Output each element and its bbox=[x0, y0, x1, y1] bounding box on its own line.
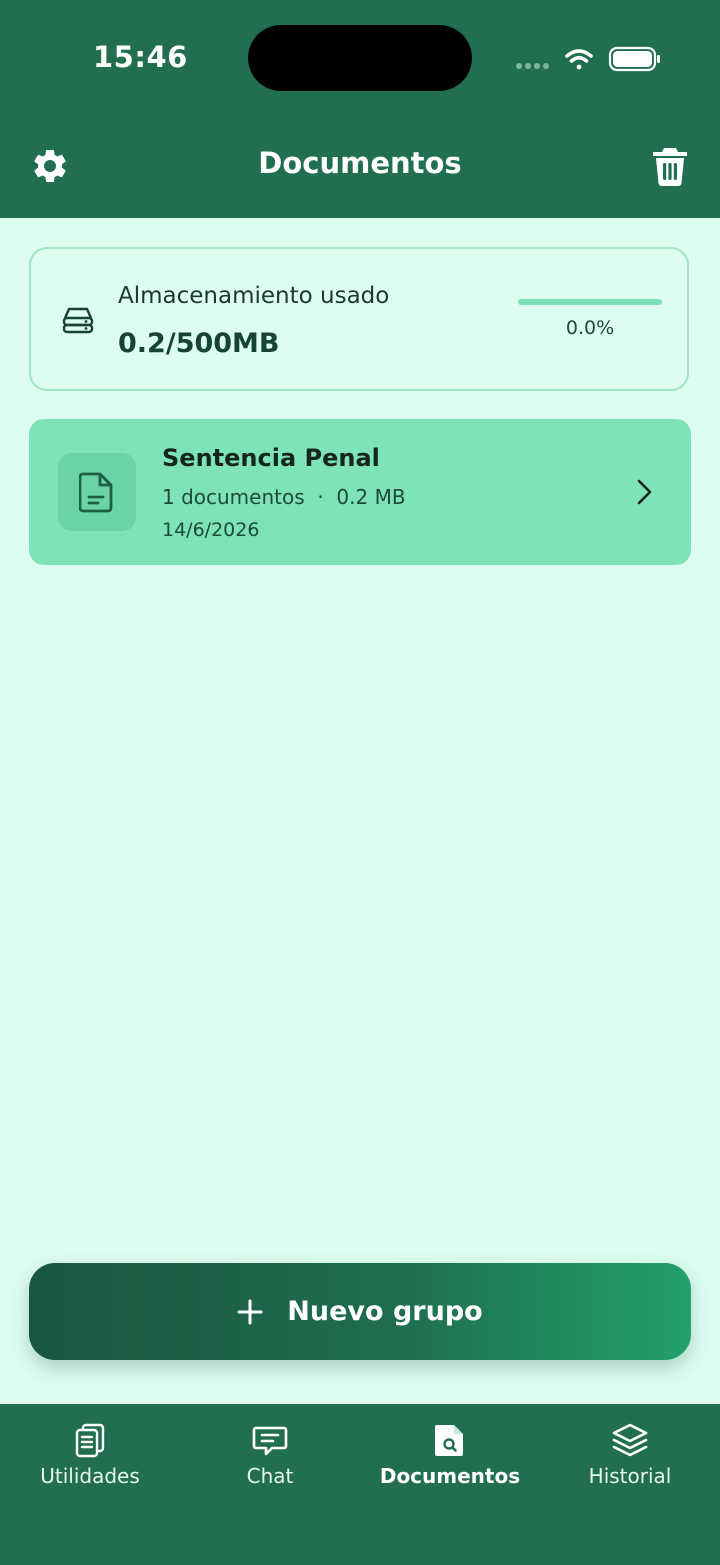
status-time: 15:46 bbox=[93, 40, 188, 74]
wifi-icon bbox=[565, 49, 593, 70]
document-icon bbox=[79, 472, 113, 513]
bottom-tab-bar: Utilidades Chat Documentos Historial bbox=[0, 1404, 720, 1565]
top-header: 15:46 Documentos bbox=[0, 0, 720, 218]
database-icon bbox=[62, 307, 94, 334]
storage-card: Almacenamiento usado 0.2/500MB 0.0% bbox=[29, 247, 689, 391]
new-group-label: Nuevo grupo bbox=[287, 1296, 483, 1327]
dynamic-island bbox=[248, 25, 472, 91]
document-group-card[interactable]: Sentencia Penal 1 documentos · 0.2 MB 14… bbox=[29, 419, 691, 565]
document-tile bbox=[58, 453, 136, 531]
plus-icon bbox=[237, 1299, 263, 1324]
tab-label-utilidades: Utilidades bbox=[40, 1464, 140, 1488]
group-date: 14/6/2026 bbox=[162, 519, 260, 541]
layers-icon bbox=[612, 1423, 648, 1457]
cellular-signal-icon bbox=[516, 63, 549, 69]
tab-utilidades[interactable]: Utilidades bbox=[0, 1422, 180, 1488]
storage-value: 0.2/500MB bbox=[118, 328, 280, 359]
group-meta: 1 documentos · 0.2 MB bbox=[162, 485, 406, 509]
tab-label-historial: Historial bbox=[588, 1464, 672, 1488]
status-icons bbox=[516, 46, 660, 72]
tab-label-documentos: Documentos bbox=[379, 1464, 521, 1488]
new-group-button[interactable]: Nuevo grupo bbox=[29, 1263, 691, 1360]
trash-icon bbox=[653, 148, 687, 186]
delete-all-button[interactable] bbox=[648, 144, 692, 188]
storage-progress-bar bbox=[518, 299, 662, 305]
file-search-icon bbox=[435, 1425, 463, 1456]
chevron-right-icon bbox=[637, 479, 652, 505]
tab-chat[interactable]: Chat bbox=[180, 1422, 360, 1488]
chat-icon bbox=[252, 1426, 288, 1456]
tab-label-chat: Chat bbox=[246, 1464, 294, 1488]
tab-documentos[interactable]: Documentos bbox=[360, 1422, 540, 1488]
battery-icon bbox=[608, 46, 660, 72]
storage-percent: 0.0% bbox=[565, 317, 615, 339]
page-title: Documentos bbox=[258, 146, 462, 180]
clipboard-list-icon bbox=[75, 1423, 105, 1458]
storage-label: Almacenamiento usado bbox=[118, 283, 390, 309]
tab-historial[interactable]: Historial bbox=[540, 1422, 720, 1488]
group-name: Sentencia Penal bbox=[162, 444, 380, 472]
